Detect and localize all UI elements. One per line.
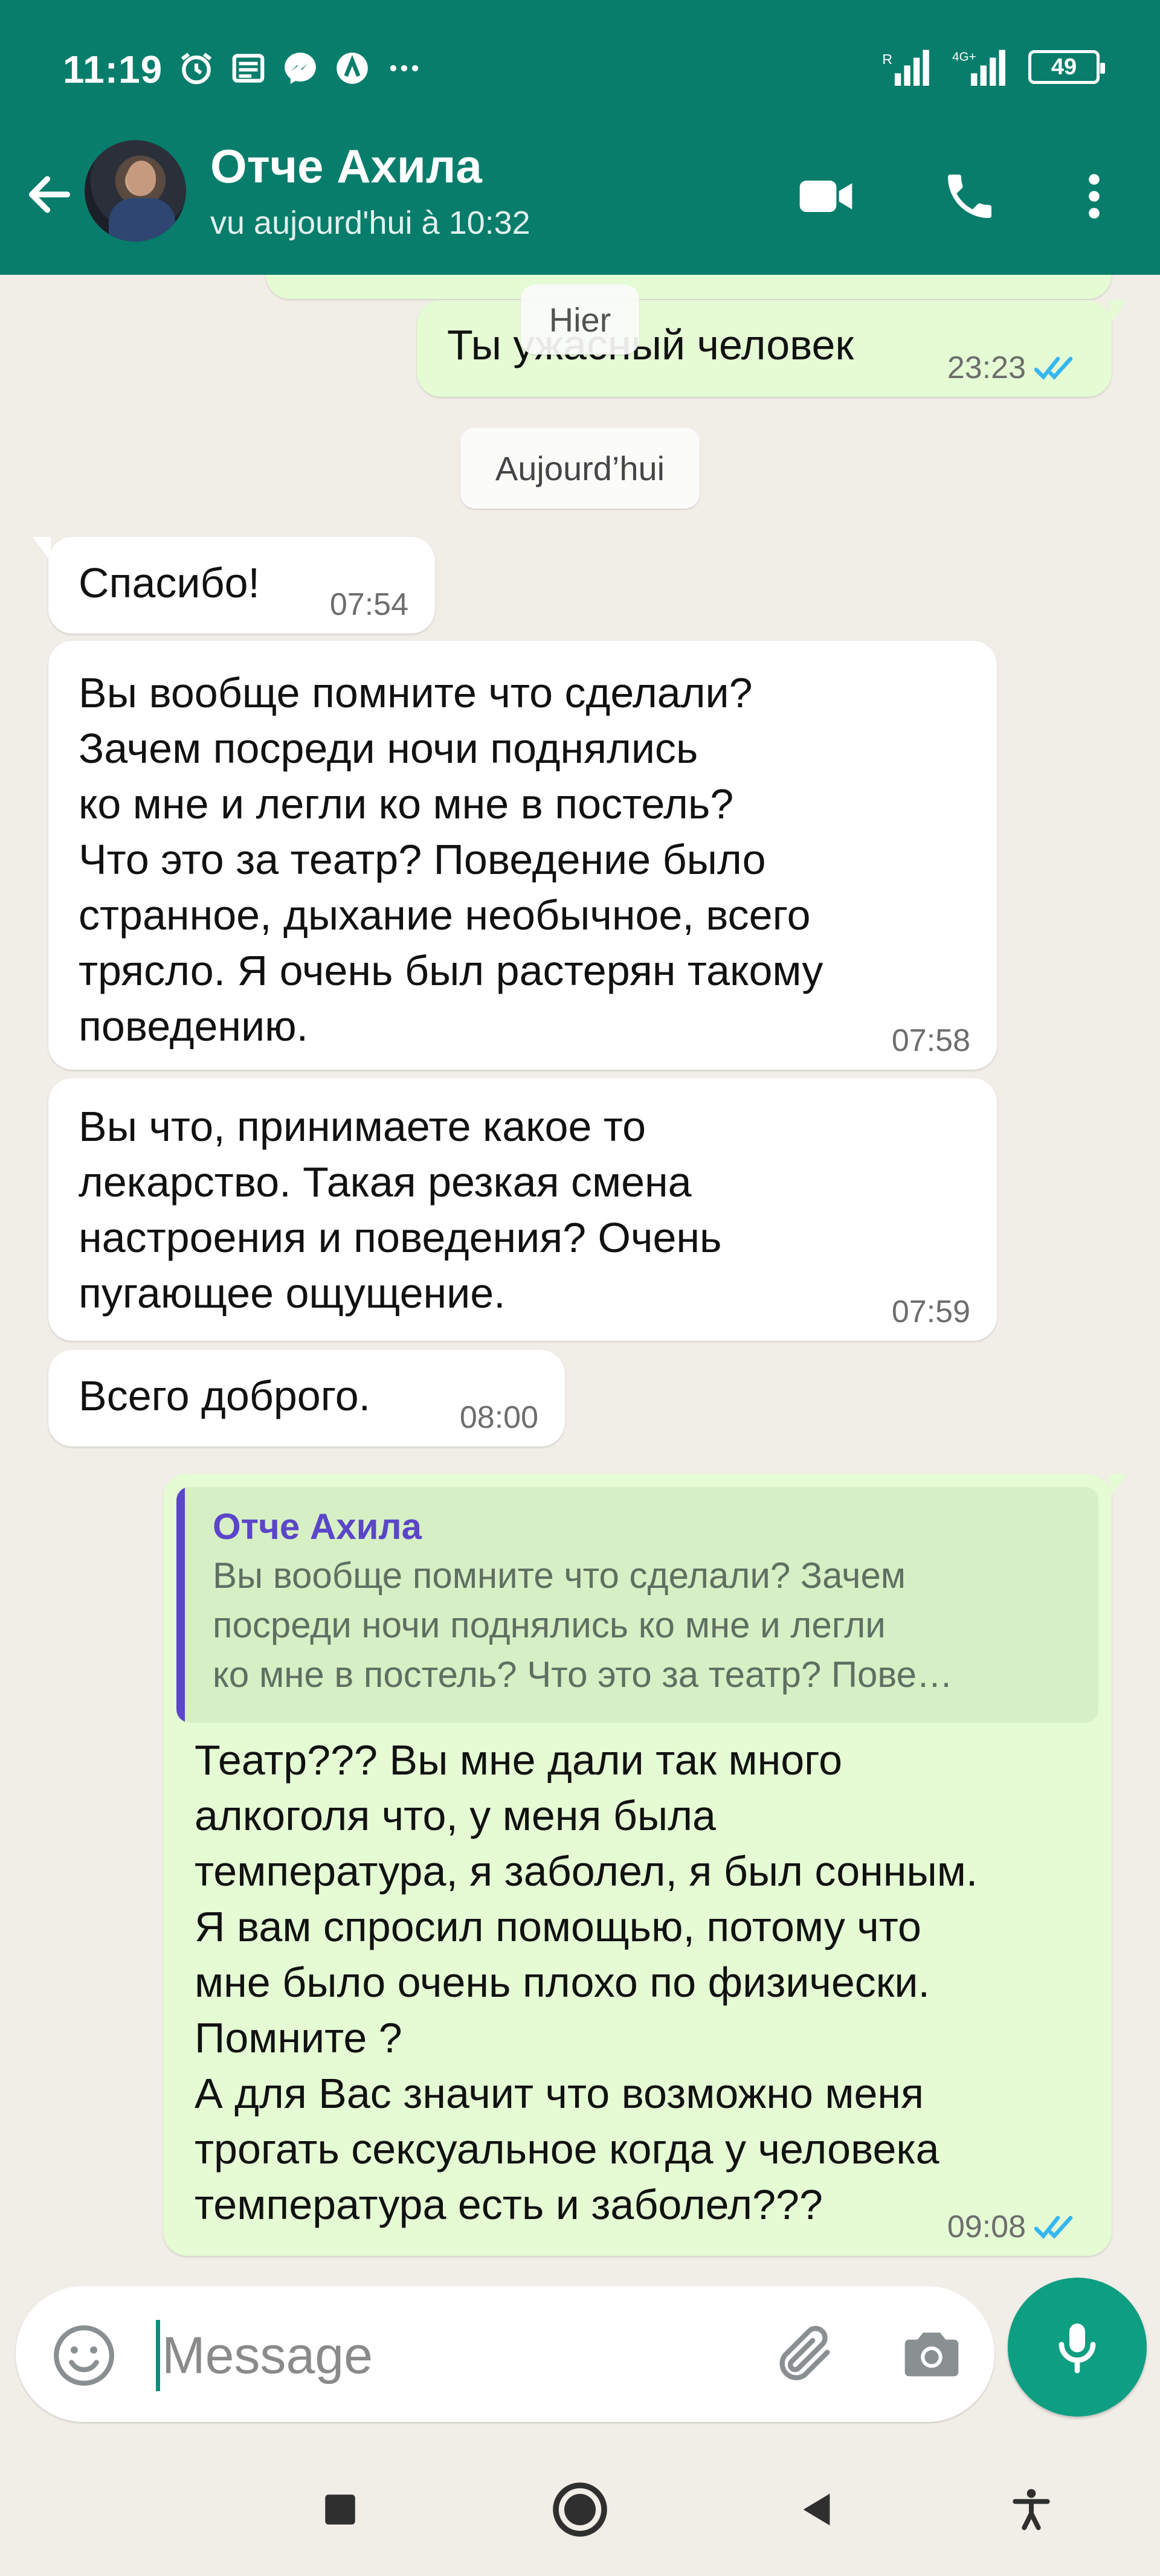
emoji-icon[interactable]	[51, 2322, 117, 2389]
back-button[interactable]	[784, 2476, 851, 2543]
message-bubble-incoming[interactable]: Спасибо! 07:54	[33, 537, 435, 634]
message-bubble-incoming[interactable]: Вы что, принимаете какое то лекарство. Т…	[48, 1078, 997, 1341]
message-input-box[interactable]: Message	[16, 2286, 994, 2422]
message-bubble-partial	[266, 275, 1112, 299]
status-bar: 11:19 R 4G+ 49	[0, 0, 1160, 139]
status-time: 11:19	[63, 48, 163, 91]
quoted-text: Вы вообще помните что сделали? Зачем пос…	[213, 1555, 953, 1695]
status-system-icons: R 4G+ 49	[882, 48, 1105, 86]
message-time: 07:59	[891, 1294, 970, 1329]
back-arrow-icon[interactable]	[23, 168, 76, 221]
battery-indicator: 49	[1028, 50, 1105, 84]
signal-4g-icon: 4G+	[952, 50, 1005, 86]
messenger-icon	[285, 53, 316, 84]
svg-text:4G+: 4G+	[952, 50, 976, 64]
message-text: Театр??? Вы мне дали так много алкоголя …	[195, 1736, 978, 2228]
double-check-read-icon	[1034, 2215, 1073, 2239]
home-button[interactable]	[547, 2476, 613, 2543]
triangle-back-icon	[803, 2493, 830, 2526]
status-notification-icons	[178, 50, 423, 87]
message-text: Вы что, принимаете какое то лекарство. Т…	[79, 1103, 722, 1317]
message-text: Ты ужасный человек	[447, 321, 854, 368]
message-bubble-incoming[interactable]: Всего доброго. 08:00	[48, 1350, 565, 1447]
message-time: 07:54	[329, 587, 408, 622]
accessibility-icon	[1013, 2489, 1050, 2530]
more-notifications-icon	[390, 65, 419, 72]
text-cursor	[156, 2320, 160, 2391]
attach-icon[interactable]	[771, 2320, 839, 2388]
date-separator-today: Aujourd’hui	[460, 428, 700, 509]
system-navigation-bar	[0, 2440, 1160, 2576]
voice-call-button[interactable]	[936, 163, 1003, 230]
svg-text:R: R	[882, 51, 892, 67]
message-list[interactable]: Ты ужасный человек 23:23 Hier Aujourd’hu…	[0, 275, 1160, 2286]
more-options-icon	[1089, 174, 1100, 219]
voice-call-icon	[948, 175, 991, 218]
message-composer: Message	[0, 2278, 1160, 2440]
home-circle-icon	[553, 2482, 607, 2537]
camera-icon[interactable]	[898, 2320, 965, 2388]
microphone-icon	[1058, 2324, 1096, 2374]
message-meta: 23:23	[947, 352, 1085, 384]
accessibility-button[interactable]	[998, 2476, 1065, 2543]
square-icon	[325, 2494, 355, 2525]
message-text: Вы вообще помните что сделали? Зачем пос…	[79, 669, 823, 1050]
alarm-icon	[181, 53, 212, 85]
message-text: Всего доброго.	[79, 1372, 371, 1419]
message-time: 07:58	[891, 1023, 970, 1058]
video-call-icon	[799, 181, 852, 212]
video-call-button[interactable]	[793, 163, 859, 230]
quoted-message[interactable]: Отче Ахила Вы вообще помните что сделали…	[176, 1487, 1098, 1723]
date-separator-yesterday: Hier	[521, 284, 639, 355]
more-options-button[interactable]	[1061, 163, 1127, 230]
message-meta: 09:08	[947, 2211, 1085, 2243]
signal-icon: R	[882, 50, 929, 86]
message-bubble-outgoing-reply[interactable]: Отче Ахила Вы вообще помните что сделали…	[163, 1474, 1127, 2256]
message-input[interactable]: Message	[162, 2326, 373, 2386]
news-icon	[232, 54, 265, 83]
app-header: 11:19 R 4G+ 49 Отче Ахила vu aujourd'hui…	[0, 0, 1160, 275]
quoted-sender-name: Отче Ахила	[213, 1506, 422, 1547]
last-seen-status: vu aujourd'hui à 10:32	[210, 205, 530, 241]
voice-message-button[interactable]	[1008, 2278, 1147, 2417]
double-check-read-icon	[1034, 356, 1073, 380]
message-time: 08:00	[459, 1400, 538, 1435]
chat-header: Отче Ахила vu aujourd'hui à 10:32	[0, 139, 1160, 275]
message-text: Спасибо!	[79, 559, 260, 606]
message-bubble-incoming[interactable]: Вы вообще помните что сделали? Зачем пос…	[48, 641, 997, 1070]
contact-avatar[interactable]	[85, 140, 186, 242]
recent-apps-button[interactable]	[307, 2476, 373, 2543]
app-a-icon	[337, 53, 368, 84]
contact-name[interactable]: Отче Ахила	[210, 139, 482, 194]
